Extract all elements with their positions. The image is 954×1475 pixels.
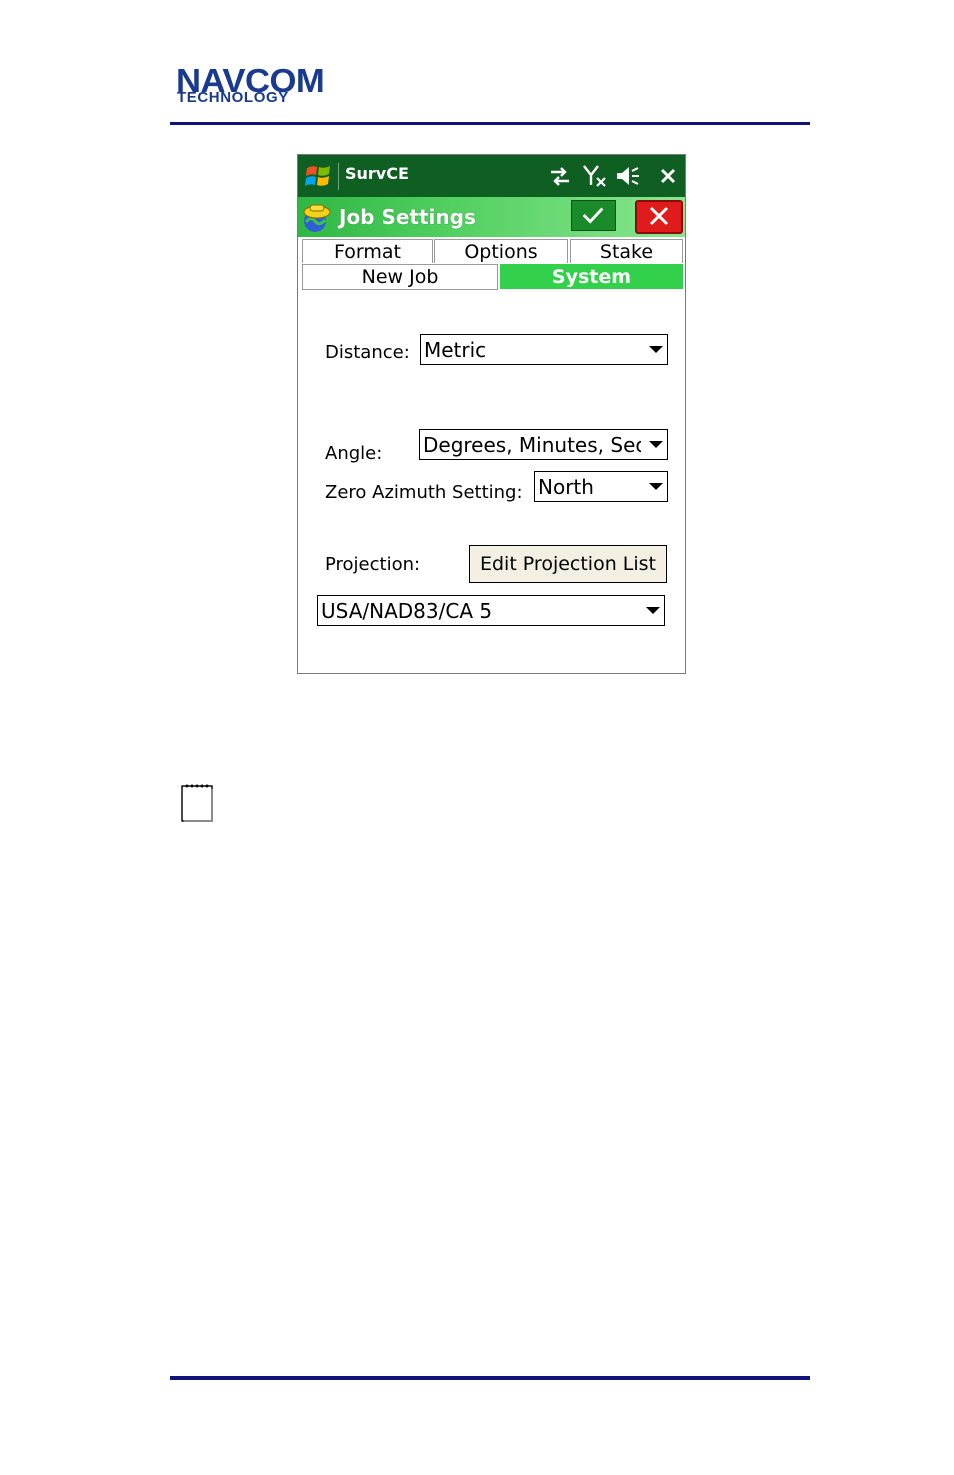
distance-value: Metric: [424, 338, 487, 362]
app-name: SurvCE: [345, 164, 409, 183]
angle-dropdown[interactable]: Degrees, Minutes, Secc: [419, 429, 668, 460]
zero-azimuth-label: Zero Azimuth Setting:: [325, 482, 523, 503]
angle-label: Angle:: [325, 443, 383, 464]
navcom-logo: NAVCOM TECHNOLOGY: [176, 64, 362, 106]
angle-value: Degrees, Minutes, Secc: [423, 433, 641, 457]
tab-stake[interactable]: Stake: [570, 239, 683, 263]
projection-value: USA/NAD83/CA 5: [321, 599, 493, 623]
title-bar: Job Settings: [298, 197, 685, 237]
tab-options[interactable]: Options: [434, 239, 568, 263]
logo-line2: TECHNOLOGY: [177, 89, 289, 106]
chevron-down-icon: [649, 441, 663, 448]
distance-label: Distance:: [325, 342, 410, 363]
zero-azimuth-value: North: [538, 475, 594, 499]
tab-new-job[interactable]: New Job: [302, 264, 498, 290]
chevron-down-icon: [649, 346, 663, 353]
zero-azimuth-dropdown[interactable]: North: [534, 471, 668, 502]
window-title: Job Settings: [339, 205, 476, 229]
checkmark-icon: [582, 207, 604, 224]
projection-dropdown[interactable]: USA/NAD83/CA 5: [317, 595, 665, 626]
close-icon[interactable]: [655, 163, 681, 189]
no-signal-icon[interactable]: [582, 163, 608, 189]
job-settings-icon: [303, 204, 331, 232]
chevron-down-icon: [649, 483, 663, 490]
edit-projection-list-button[interactable]: Edit Projection List: [469, 545, 667, 583]
tab-system[interactable]: System: [500, 264, 683, 289]
close-icon: [649, 206, 669, 226]
notepad-icon: [181, 784, 213, 822]
start-flag-icon[interactable]: [303, 162, 333, 190]
taskbar-separator: [338, 163, 339, 190]
speaker-muted-icon[interactable]: [615, 163, 641, 189]
ok-button[interactable]: [571, 200, 616, 231]
header-rule: [170, 122, 810, 125]
distance-dropdown[interactable]: Metric: [420, 334, 668, 365]
tab-format[interactable]: Format: [302, 239, 433, 263]
device-screen: SurvCE Job Settings Format Options Stake…: [297, 154, 686, 674]
connectivity-icon[interactable]: [547, 163, 573, 189]
chevron-down-icon: [646, 607, 660, 614]
cancel-button[interactable]: [635, 200, 683, 234]
footer-rule: [170, 1376, 810, 1380]
taskbar: SurvCE: [298, 155, 685, 197]
projection-label: Projection:: [325, 554, 421, 575]
